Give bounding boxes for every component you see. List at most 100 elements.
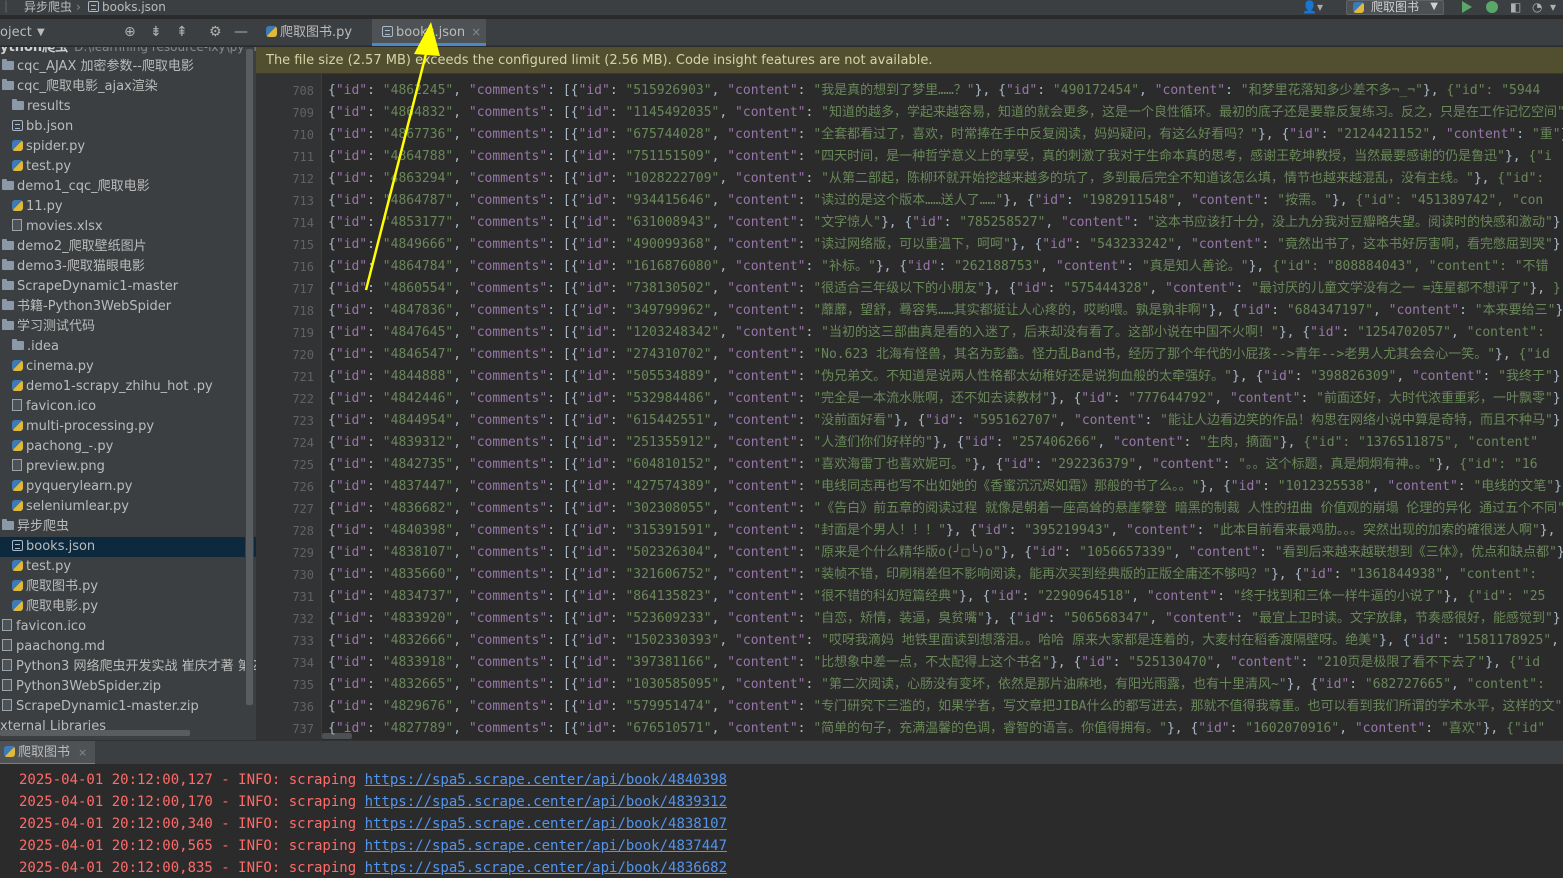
code-line[interactable]: {"id": "4853177", "comments": [{"id": "6…: [328, 212, 1563, 234]
tree-item[interactable]: cqc_AJAX 加密参数--爬取电影: [0, 57, 256, 77]
collapse-all-icon[interactable]: ⇞: [176, 19, 188, 46]
tree-item[interactable]: Python3 网络爬虫开发实战 崔庆才著 第2版.p: [0, 657, 256, 677]
code-line[interactable]: {"id": "4835660", "comments": [{"id": "3…: [328, 564, 1545, 586]
more-run-icon[interactable]: ▾: [1550, 0, 1556, 15]
tab-books-json[interactable]: books.json ×: [372, 19, 486, 46]
tree-item[interactable]: ScrapeDynamic1-master.zip: [0, 697, 256, 717]
code-line[interactable]: {"id": "4834737", "comments": [{"id": "8…: [328, 586, 1545, 608]
code-line[interactable]: {"id": "4849666", "comments": [{"id": "4…: [328, 234, 1563, 256]
code-line[interactable]: {"id": "4839312", "comments": [{"id": "2…: [328, 432, 1538, 454]
code-line[interactable]: {"id": "4836682", "comments": [{"id": "3…: [328, 498, 1563, 520]
code-line[interactable]: {"id": "4846547", "comments": [{"id": "2…: [328, 344, 1550, 366]
code-line[interactable]: {"id": "4837447", "comments": [{"id": "4…: [328, 476, 1563, 498]
tree-item[interactable]: 11.py: [0, 197, 256, 217]
tree-item[interactable]: Python3WebSpider.zip: [0, 677, 256, 697]
code-line[interactable]: {"id": "4833920", "comments": [{"id": "5…: [328, 608, 1563, 630]
tree-item[interactable]: books.json: [0, 537, 256, 557]
project-tree-scrollbar[interactable]: [245, 47, 254, 740]
code-line[interactable]: {"id": "4844954", "comments": [{"id": "6…: [328, 410, 1563, 432]
log-url-link[interactable]: https://spa5.scrape.center/api/book/4838…: [365, 816, 727, 832]
code-line[interactable]: {"id": "4840398", "comments": [{"id": "3…: [328, 520, 1563, 542]
code-line[interactable]: {"id": "4838107", "comments": [{"id": "5…: [328, 542, 1563, 564]
tree-item[interactable]: demo1-scrapy_zhihu_hot .py: [0, 377, 256, 397]
tree-item[interactable]: pyquerylearn.py: [0, 477, 256, 497]
log-url-link[interactable]: https://spa5.scrape.center/api/book/4837…: [365, 838, 727, 854]
tree-item[interactable]: .idea: [0, 337, 256, 357]
tree-item-label: preview.png: [26, 459, 105, 474]
project-panel-title[interactable]: oject: [0, 19, 32, 46]
tree-item[interactable]: cqc_爬取电影_ajax渲染: [0, 77, 256, 97]
code-line[interactable]: {"id": "4827789", "comments": [{"id": "6…: [328, 718, 1545, 740]
code-line[interactable]: {"id": "4864784", "comments": [{"id": "1…: [328, 256, 1549, 278]
tree-item[interactable]: 学习测试代码: [0, 317, 256, 337]
line-number: 724: [292, 436, 314, 450]
code-line[interactable]: {"id": "4860554", "comments": [{"id": "7…: [328, 278, 1561, 300]
tree-item[interactable]: results: [0, 97, 256, 117]
code-line[interactable]: {"id": "4842735", "comments": [{"id": "6…: [328, 454, 1538, 476]
gear-icon[interactable]: ⚙: [209, 19, 222, 46]
navigation-bar: ｜ 异步爬虫 › books.json 👤▾ 爬取图书 ▼ ◧ ◔ ▾: [0, 0, 1563, 16]
run-console[interactable]: 2025-04-01 20:12:00,127 - INFO: scraping…: [0, 764, 1563, 878]
tree-item[interactable]: cinema.py: [0, 357, 256, 377]
run-tab[interactable]: 爬取图书 ×: [0, 741, 96, 765]
tree-item[interactable]: ython爬虫 D:\learnning resource-lxy\python: [0, 47, 256, 57]
tree-item[interactable]: 书籍-Python3WebSpider: [0, 297, 256, 317]
tree-item[interactable]: test.py: [0, 557, 256, 577]
code-line[interactable]: {"id": "4864832", "comments": [{"id": "1…: [328, 102, 1563, 124]
json-editor[interactable]: {"id": "4862245", "comments": [{"id": "5…: [322, 74, 1563, 740]
code-line[interactable]: {"id": "4842446", "comments": [{"id": "5…: [328, 388, 1563, 410]
tree-item[interactable]: paachong.md: [0, 637, 256, 657]
log-url-link[interactable]: https://spa5.scrape.center/api/book/4840…: [365, 772, 727, 788]
line-number: 736: [292, 700, 314, 714]
locate-icon[interactable]: ⊕: [124, 19, 136, 46]
coverage-icon[interactable]: ◧: [1510, 0, 1521, 15]
tab-crawl-books-py[interactable]: 爬取图书.py: [256, 19, 370, 46]
code-line[interactable]: {"id": "4832666", "comments": [{"id": "1…: [328, 630, 1563, 652]
debug-icon[interactable]: [1486, 1, 1498, 13]
tree-item[interactable]: favicon.ico: [0, 397, 256, 417]
tree-item[interactable]: spider.py: [0, 137, 256, 157]
chevron-down-icon[interactable]: ▼: [37, 19, 45, 46]
code-line[interactable]: {"id": "4847836", "comments": [{"id": "3…: [328, 300, 1563, 322]
code-line[interactable]: {"id": "4844888", "comments": [{"id": "5…: [328, 366, 1563, 388]
tree-item[interactable]: pachong_-.py: [0, 437, 256, 457]
tree-item[interactable]: movies.xlsx: [0, 217, 256, 237]
log-url-link[interactable]: https://spa5.scrape.center/api/book/4836…: [365, 860, 727, 876]
code-line[interactable]: {"id": "4829676", "comments": [{"id": "5…: [328, 696, 1563, 718]
tree-item[interactable]: 异步爬虫: [0, 517, 256, 537]
log-url-link[interactable]: https://spa5.scrape.center/api/book/4839…: [365, 794, 727, 810]
code-line[interactable]: {"id": "4847645", "comments": [{"id": "1…: [328, 322, 1545, 344]
tree-item[interactable]: ScrapeDynamic1-master: [0, 277, 256, 297]
tree-item[interactable]: demo1_cqc_爬取电影: [0, 177, 256, 197]
code-line[interactable]: {"id": "4862245", "comments": [{"id": "5…: [328, 80, 1540, 102]
tree-item[interactable]: demo3-爬取猫眼电影: [0, 257, 256, 277]
code-line[interactable]: {"id": "4833918", "comments": [{"id": "3…: [328, 652, 1540, 674]
scrollbar-thumb[interactable]: [246, 49, 253, 705]
tree-item[interactable]: 爬取电影.py: [0, 597, 256, 617]
breadcrumb-folder[interactable]: 异步爬虫: [24, 0, 72, 14]
breadcrumb-start[interactable]: ｜: [0, 0, 12, 14]
tree-item[interactable]: seleniumlear.py: [0, 497, 256, 517]
tree-item[interactable]: demo2_爬取壁纸图片: [0, 237, 256, 257]
tree-item[interactable]: multi-processing.py: [0, 417, 256, 437]
tree-item[interactable]: preview.png: [0, 457, 256, 477]
run-configuration-select[interactable]: 爬取图书 ▼: [1346, 0, 1444, 15]
project-tree-horizontal-scrollbar[interactable]: [0, 730, 190, 736]
profile-icon[interactable]: ◔: [1532, 0, 1542, 15]
code-line[interactable]: {"id": "4832665", "comments": [{"id": "1…: [328, 674, 1545, 696]
code-line[interactable]: {"id": "4864788", "comments": [{"id": "7…: [328, 146, 1552, 168]
tree-item[interactable]: favicon.ico: [0, 617, 256, 637]
breadcrumb-file[interactable]: books.json: [88, 0, 166, 14]
code-line[interactable]: {"id": "4864787", "comments": [{"id": "9…: [328, 190, 1543, 212]
code-line[interactable]: {"id": "4863294", "comments": [{"id": "1…: [328, 168, 1544, 190]
close-tab-icon[interactable]: ×: [78, 746, 87, 759]
expand-all-icon[interactable]: ⇟: [150, 19, 162, 46]
code-line[interactable]: {"id": "4867736", "comments": [{"id": "6…: [328, 124, 1563, 146]
close-tab-icon[interactable]: ×: [471, 25, 481, 39]
tree-item[interactable]: bb.json: [0, 117, 256, 137]
tree-item[interactable]: test.py: [0, 157, 256, 177]
run-icon[interactable]: [1462, 1, 1472, 13]
tree-item[interactable]: 爬取图书.py: [0, 577, 256, 597]
user-account-icon[interactable]: 👤▾: [1302, 0, 1323, 15]
hide-panel-icon[interactable]: —: [234, 19, 248, 46]
